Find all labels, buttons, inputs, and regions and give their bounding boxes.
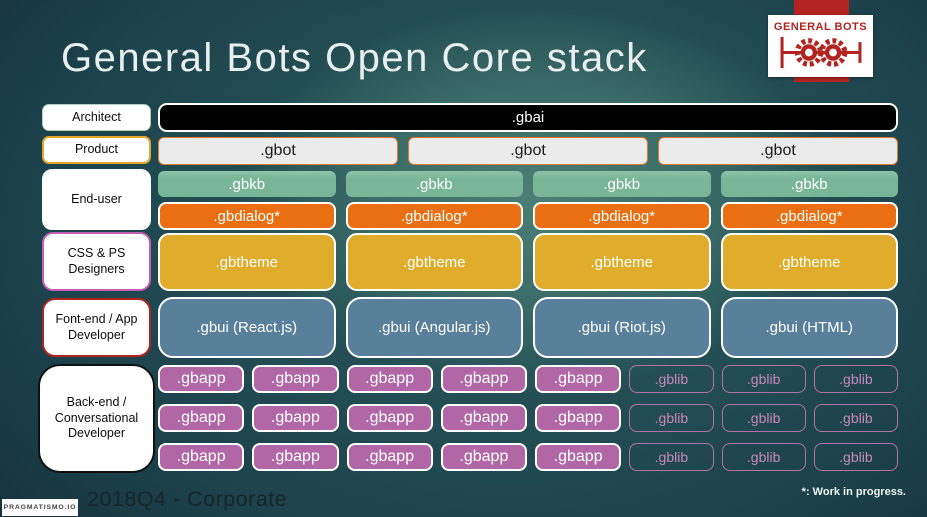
gbkb-box: .gbkb	[533, 171, 711, 197]
gbot-box: .gbot	[408, 137, 648, 165]
gbkb-box: .gbkb	[345, 171, 523, 197]
gbapp-box: .gbapp	[440, 443, 527, 471]
gbapp-box: .gbapp	[158, 404, 245, 432]
gbtheme-box: .gbtheme	[158, 233, 336, 291]
product-row: .gbot .gbot .gbot	[158, 137, 898, 165]
gbdialog-box: .gbdialog*	[345, 202, 523, 230]
page-title: General Bots Open Core stack	[61, 36, 648, 80]
gblib-box: .gblib	[721, 443, 806, 471]
gbapp-box: .gbapp	[440, 365, 527, 393]
gbtheme-box: .gbtheme	[720, 233, 898, 291]
gblib-box: .gblib	[813, 365, 898, 393]
gbdialog-box: .gbdialog*	[720, 202, 898, 230]
gbapp-box: .gbapp	[158, 365, 245, 393]
gbkb-box: .gbkb	[158, 171, 336, 197]
gblib-box: .gblib	[813, 404, 898, 432]
gbui-box: .gbui (React.js)	[158, 297, 336, 358]
row-label-product: Product	[42, 136, 151, 164]
gbui-box: .gbui (Angular.js)	[345, 297, 523, 358]
row-label-end-user: End-user	[42, 169, 151, 230]
gbapp-box: .gbapp	[346, 443, 433, 471]
gbtheme-row: .gbtheme .gbtheme .gbtheme .gbtheme	[158, 233, 898, 291]
gblib-box: .gblib	[629, 365, 714, 393]
logo-wordmark: GENERAL BOTS	[773, 21, 868, 33]
slide-footer: 2018Q4 - Corporate	[87, 487, 288, 511]
gbapp-box: .gbapp	[535, 443, 622, 471]
architect-row: .gbai	[158, 103, 898, 132]
backend-row-2: .gbapp .gbapp .gbapp .gbapp .gbapp .gbli…	[158, 404, 898, 432]
gbui-box: .gbui (HTML)	[720, 297, 898, 358]
pragmatismo-logo: PRAGMATISMO.IO	[2, 499, 78, 516]
gbapp-box: .gbapp	[535, 404, 622, 432]
gbapp-box: .gbapp	[158, 443, 245, 471]
gbot-box: .gbot	[658, 137, 898, 165]
gbdialog-box: .gbdialog*	[533, 202, 711, 230]
gbui-box: .gbui (Riot.js)	[533, 297, 711, 358]
row-label-css-ps-designers: CSS & PS Designers	[42, 232, 151, 291]
gbkb-row: .gbkb .gbkb .gbkb .gbkb	[158, 171, 898, 197]
gbai-bar: .gbai	[158, 103, 898, 132]
gbot-box: .gbot	[158, 137, 398, 165]
gblib-box: .gblib	[629, 404, 714, 432]
gbkb-box: .gbkb	[720, 171, 898, 197]
gbtheme-box: .gbtheme	[533, 233, 711, 291]
backend-row-1: .gbapp .gbapp .gbapp .gbapp .gbapp .gbli…	[158, 365, 898, 393]
gbui-row: .gbui (React.js) .gbui (Angular.js) .gbu…	[158, 297, 898, 358]
gbdialog-row: .gbdialog* .gbdialog* .gbdialog* .gbdial…	[158, 202, 898, 230]
general-bots-logo: GENERAL BOTS	[768, 15, 873, 77]
gblib-box: .gblib	[813, 443, 898, 471]
gbtheme-box: .gbtheme	[345, 233, 523, 291]
gbapp-box: .gbapp	[252, 365, 339, 393]
gblib-box: .gblib	[629, 443, 714, 471]
gbapp-box: .gbapp	[252, 404, 339, 432]
gbdialog-box: .gbdialog*	[158, 202, 336, 230]
gbapp-box: .gbapp	[535, 365, 622, 393]
slide-canvas: General Bots Open Core stack GENERAL BOT…	[0, 0, 927, 517]
gears-icon	[780, 36, 861, 69]
gbapp-box: .gbapp	[440, 404, 527, 432]
row-label-backend-conversational-developer: Back-end / Conversational Developer	[38, 364, 155, 473]
gblib-box: .gblib	[721, 365, 806, 393]
row-label-frontend-app-developer: Font-end / App Developer	[42, 298, 151, 357]
backend-row-3: .gbapp .gbapp .gbapp .gbapp .gbapp .gbli…	[158, 443, 898, 471]
gbapp-box: .gbapp	[346, 404, 433, 432]
gbapp-box: .gbapp	[252, 443, 339, 471]
work-in-progress-footnote: *: Work in progress.	[801, 486, 906, 498]
gblib-box: .gblib	[721, 404, 806, 432]
gbapp-box: .gbapp	[346, 365, 433, 393]
row-label-architect: Architect	[42, 104, 151, 131]
